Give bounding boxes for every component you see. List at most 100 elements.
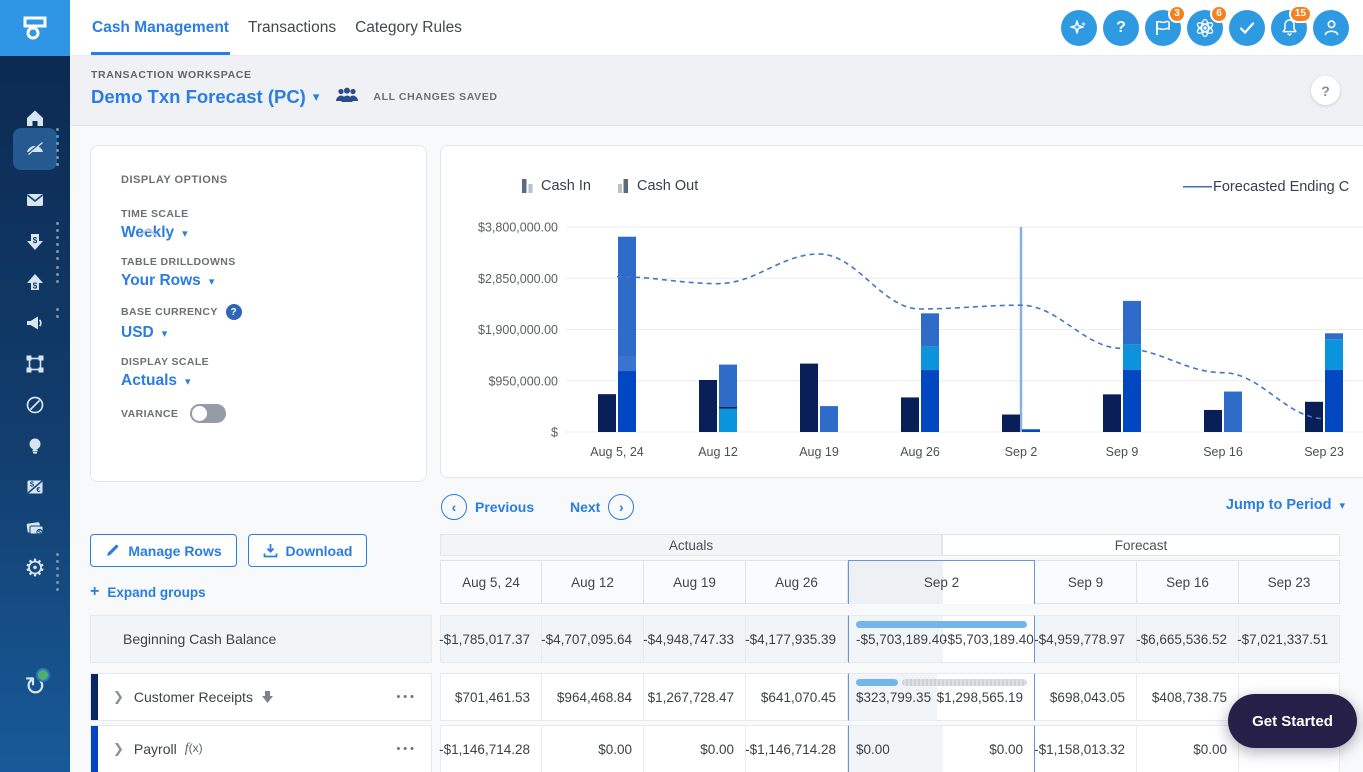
row-menu-button[interactable]: ••• [396, 743, 417, 755]
previous-label[interactable]: Previous [475, 499, 534, 515]
table-cell[interactable]: $1,267,728.47 [644, 673, 746, 721]
table-cell[interactable]: -$4,959,778.97 [1035, 615, 1137, 663]
table-cell-selected-week[interactable]: $0.00$0.00 [848, 725, 1035, 772]
sidebar-item-insights[interactable] [0, 426, 70, 466]
next-period-button[interactable]: Next › [570, 494, 634, 520]
table-cell-selected-week[interactable]: $323,799.35$1,298,565.19 [848, 673, 1035, 721]
app-logo[interactable] [0, 0, 70, 56]
sidebar-item-settings[interactable]: ⚙ [0, 549, 70, 589]
table-cell[interactable]: $0.00 [542, 725, 644, 772]
option-dropdown-display-scale[interactable]: Actuals▾ [121, 372, 426, 390]
sidebar-item-sync-status[interactable]: ↻ [0, 666, 70, 706]
legend-item-cash-in[interactable]: Cash In [521, 178, 591, 194]
column-header-aug-12[interactable]: Aug 12 [542, 560, 644, 604]
chart-legend-forecast: —— Forecasted Ending C [1183, 178, 1349, 195]
row-label-text: Payroll [134, 741, 177, 757]
previous-period-button[interactable]: ‹ Previous [441, 494, 534, 520]
table-cell[interactable]: -$1,158,013.32 [1035, 725, 1137, 772]
cash-in-bar [598, 394, 616, 432]
column-header-aug-26[interactable]: Aug 26 [746, 560, 848, 604]
tasks-button[interactable] [1229, 10, 1265, 46]
chevron-left-icon[interactable]: ‹ [441, 494, 467, 520]
sidebar-item-inbox[interactable] [0, 180, 70, 220]
tab-transactions[interactable]: Transactions [247, 0, 337, 55]
option-dropdown-time-scale[interactable]: Weekly▾ [121, 224, 426, 242]
cash-in-category-icon [261, 690, 274, 704]
svg-text:$2,850,000.00: $2,850,000.00 [478, 272, 558, 286]
expand-row-chevron-icon[interactable]: ❯ [113, 689, 124, 705]
table-cell[interactable]: -$6,665,536.52 [1137, 615, 1239, 663]
workspace-title[interactable]: Demo Txn Forecast (PC) [91, 86, 306, 108]
table-cell[interactable]: -$1,146,714.28 [440, 725, 542, 772]
column-header-sep-9[interactable]: Sep 9 [1035, 560, 1137, 604]
get-started-button[interactable]: Get Started [1228, 694, 1357, 748]
cash-flow-chart[interactable]: $$950,000.00$1,900,000.00$2,850,000.00$3… [441, 146, 1363, 478]
workspace-title-caret-icon[interactable]: ▾ [313, 89, 320, 105]
sidebar-item-cash-in[interactable]: $ [0, 222, 70, 262]
table-cell[interactable]: -$7,021,337.51 [1239, 615, 1340, 663]
tab-cash-management[interactable]: Cash Management [91, 0, 230, 55]
collaborators-icon[interactable] [335, 87, 359, 108]
table-cell[interactable]: $698,043.05 [1035, 673, 1137, 721]
sidebar-item-currency-exchange[interactable]: $€ [0, 467, 70, 507]
table-cell[interactable]: -$1,146,714.28 [746, 725, 848, 772]
row-label-customer-receipts[interactable]: ❯Customer Receipts••• [90, 673, 432, 721]
sidebar-item-payments[interactable]: $ [0, 508, 70, 548]
collapse-panel-chevron-icon[interactable] [137, 226, 159, 238]
chevron-right-icon[interactable]: › [608, 494, 634, 520]
next-label[interactable]: Next [570, 499, 600, 515]
cash-out-bar-segment [1325, 370, 1343, 432]
table-cell[interactable]: $964,468.84 [542, 673, 644, 721]
sidebar-item-cash-out[interactable]: $ [0, 262, 70, 302]
legend-bars-icon [617, 178, 630, 194]
cash-out-bar-segment [820, 406, 838, 432]
table-cell[interactable]: $408,738.75 [1137, 673, 1239, 721]
column-header-sep-2[interactable]: Sep 2 [848, 560, 1035, 604]
svg-text:$3,800,000.00: $3,800,000.00 [478, 221, 558, 235]
workspace-help-button[interactable]: ? [1311, 76, 1340, 105]
manage-rows-button[interactable]: Manage Rows [90, 534, 237, 567]
help-button[interactable]: ? [1103, 10, 1139, 46]
option-dropdown-base-currency[interactable]: USD▾ [121, 324, 426, 342]
row-label-payroll[interactable]: ❯Payrollf(x)••• [90, 725, 432, 772]
column-header-sep-23[interactable]: Sep 23 [1239, 560, 1340, 604]
row-label-text: Beginning Cash Balance [123, 631, 276, 647]
sidebar-item-cash-management[interactable] [0, 128, 70, 168]
svg-text:Sep 9: Sep 9 [1106, 445, 1139, 459]
table-cell[interactable]: $641,070.45 [746, 673, 848, 721]
column-header-aug-19[interactable]: Aug 19 [644, 560, 746, 604]
download-button[interactable]: Download [248, 534, 367, 567]
cash-in-bar [1305, 402, 1323, 432]
table-cell[interactable]: $0.00 [644, 725, 746, 772]
flags-button[interactable]: 3 [1145, 10, 1181, 46]
jump-to-period-dropdown[interactable]: Jump to Period ▾ [1226, 497, 1345, 513]
display-options-panel: DISPLAY OPTIONS TIME SCALEWeekly▾TABLE D… [90, 145, 427, 482]
ai-assistant-button[interactable] [1061, 10, 1097, 46]
profile-button[interactable] [1313, 10, 1349, 46]
table-cell[interactable]: -$4,948,747.33 [644, 615, 746, 663]
sidebar-item-explore[interactable] [0, 385, 70, 425]
column-header-sep-16[interactable]: Sep 16 [1137, 560, 1239, 604]
sidebar-item-workflows[interactable] [0, 344, 70, 384]
option-dropdown-table-drilldowns[interactable]: Your Rows▾ [121, 272, 426, 290]
labs-button[interactable]: 6 [1187, 10, 1223, 46]
table-cell[interactable]: -$4,177,935.39 [746, 615, 848, 663]
expand-row-chevron-icon[interactable]: ❯ [113, 741, 124, 757]
sidebar-item-announcements[interactable] [0, 303, 70, 343]
column-header-aug-5-24[interactable]: Aug 5, 24 [440, 560, 542, 604]
tab-category-rules[interactable]: Category Rules [354, 0, 463, 55]
variance-toggle[interactable] [190, 404, 226, 423]
row-label-beginning-cash-balance[interactable]: Beginning Cash Balance [90, 615, 432, 663]
notifications-button[interactable]: 15 [1271, 10, 1307, 46]
table-cell-selected-week[interactable]: -$5,703,189.40-$5,703,189.40 [848, 615, 1035, 663]
cash-out-bar-segment [1022, 429, 1040, 432]
help-icon[interactable]: ? [226, 304, 242, 320]
table-cell[interactable]: -$1,785,017.37 [440, 615, 542, 663]
expand-groups-link[interactable]: + Expand groups [90, 583, 206, 601]
table-cell[interactable]: -$4,707,095.64 [542, 615, 644, 663]
table-cell[interactable]: $0.00 [1137, 725, 1239, 772]
legend-item-cash-out[interactable]: Cash Out [617, 178, 698, 194]
svg-text:Sep 23: Sep 23 [1304, 445, 1344, 459]
table-cell[interactable]: $701,461.53 [440, 673, 542, 721]
row-menu-button[interactable]: ••• [396, 691, 417, 703]
